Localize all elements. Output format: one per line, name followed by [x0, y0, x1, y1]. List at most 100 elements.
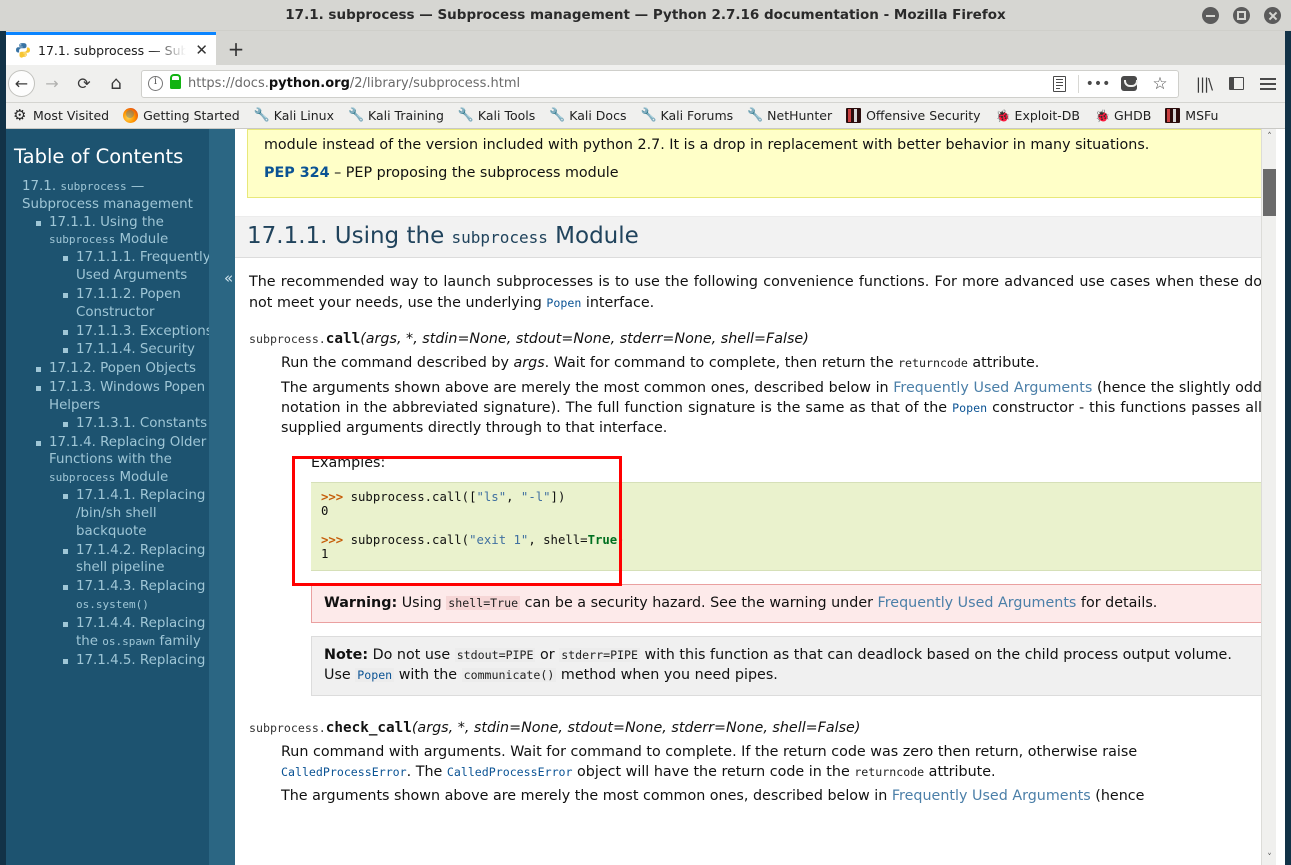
bookmark-getting-started[interactable]: Getting Started [116, 106, 247, 125]
bookmark-label: Most Visited [33, 108, 110, 123]
call-desc-line: Run the command described by args. Wait … [281, 355, 1040, 372]
frequently-used-arguments-link[interactable]: Frequently Used Arguments [878, 595, 1077, 611]
topic-box: module instead of the version included w… [247, 129, 1264, 199]
toc-link[interactable]: 17.1.1.3. Exceptions [76, 324, 209, 339]
home-button[interactable]: ⌂ [101, 69, 131, 99]
bookmark-label: Getting Started [143, 108, 240, 123]
tab-subprocess[interactable]: 17.1. subprocess — Subp ✕ [6, 32, 216, 65]
url-text[interactable]: https://docs.python.org/2/library/subpro… [188, 76, 1040, 91]
tab-close-icon[interactable]: ✕ [193, 42, 210, 58]
bookmark-star-icon[interactable]: ☆ [1148, 72, 1172, 96]
function-call-definition: subprocess.call(args, *, stdin=None, std… [249, 329, 1262, 696]
wrench-icon [254, 108, 270, 123]
sidebar-item-17-1-1[interactable]: 17.1.1. Using the subprocess Module 17.1… [36, 214, 209, 360]
back-button[interactable]: ← [8, 70, 35, 97]
toc-link[interactable]: 17.1.3.1. Constants [76, 416, 207, 431]
popen-code: Popen [546, 295, 582, 310]
book-icon [1165, 108, 1181, 123]
toc-root-item[interactable]: 17.1. subprocess — Subprocess management… [22, 178, 209, 669]
bookmark-offensive-security[interactable]: Offensive Security [839, 106, 987, 125]
sidebar-toggle-icon[interactable] [1221, 69, 1251, 99]
toc-link[interactable]: 17.1.2. Popen Objects [49, 361, 196, 376]
note-admonition: Note: Do not use stdout=PIPE or stderr=P… [311, 635, 1262, 696]
bookmark-nethunter[interactable]: NetHunter [740, 106, 839, 125]
bookmark-msfu[interactable]: MSFu [1158, 106, 1225, 125]
sidebar-item-17-1-4-4[interactable]: 17.1.4.4. Replacing the os.spawn family [63, 615, 209, 651]
stderr-pipe-code: stderr=PIPE [559, 647, 640, 662]
sidebar-item-17-1-3-1[interactable]: 17.1.3.1. Constants [63, 415, 209, 433]
bookmark-kali-docs[interactable]: Kali Docs [542, 106, 633, 125]
bookmark-ghdb[interactable]: GHDB [1087, 106, 1158, 125]
toc-link[interactable]: 17.1.4. Replacing Older Functions with t… [49, 435, 206, 486]
page-viewport: Table of Contents 17.1. subprocess — Sub… [0, 129, 1291, 865]
scroll-up-arrow[interactable]: ˄ [1262, 129, 1276, 144]
examples-label: Examples: [311, 454, 386, 471]
toc-link[interactable]: 17.1.1. Using the subprocess Module [49, 215, 168, 248]
bookmark-kali-forums[interactable]: Kali Forums [633, 106, 740, 125]
new-tab-button[interactable]: + [216, 32, 256, 65]
frequently-used-arguments-link[interactable]: Frequently Used Arguments [893, 380, 1092, 396]
returncode-code: returncode [898, 356, 968, 371]
page-actions-icon[interactable]: ••• [1086, 72, 1111, 96]
bookmark-exploit-db[interactable]: Exploit-DB [988, 106, 1087, 125]
warning-admonition: Warning: Using shell=True can be a secur… [311, 583, 1262, 623]
site-info-icon[interactable] [148, 76, 163, 91]
stdout-pipe-code: stdout=PIPE [454, 647, 536, 662]
maximize-button[interactable] [1233, 7, 1250, 24]
sidebar-item-17-1-1-4[interactable]: 17.1.1.4. Security [63, 341, 209, 359]
frequently-used-arguments-link[interactable]: Frequently Used Arguments [892, 788, 1091, 804]
sidebar-item-17-1-4-1[interactable]: 17.1.4.1. Replacing /bin/sh shell backqu… [63, 487, 209, 540]
bookmark-label: MSFu [1185, 108, 1219, 123]
sidebar-item-17-1-4-2[interactable]: 17.1.4.2. Replacing shell pipeline [63, 542, 209, 578]
bookmark-label: GHDB [1113, 108, 1152, 123]
call-description: Run the command described by args. Wait … [281, 353, 1262, 696]
pocket-icon[interactable] [1117, 72, 1141, 96]
toc-link[interactable]: 17.1.3. Windows Popen Helpers [49, 380, 205, 413]
toc-link[interactable]: 17.1.1.1. Frequently Used Arguments [76, 250, 209, 283]
library-icon[interactable]: |||\ [1189, 69, 1219, 99]
document-content: module instead of the version included w… [235, 129, 1276, 865]
sidebar-item-17-1-4[interactable]: 17.1.4. Replacing Older Functions with t… [36, 434, 209, 670]
call-desc-para2: The arguments shown above are merely the… [281, 379, 1262, 437]
minimize-button[interactable] [1202, 7, 1219, 24]
toc-sublist: 17.1.1.1. Frequently Used Arguments 17.1… [49, 249, 209, 359]
sidebar-item-17-1-3[interactable]: 17.1.3. Windows Popen Helpers 17.1.3.1. … [36, 379, 209, 432]
reload-button[interactable]: ⟳ [69, 69, 99, 99]
toc-link[interactable]: 17.1.1.2. Popen Constructor [76, 287, 181, 320]
toc-link[interactable]: 17.1.1.4. Security [76, 342, 195, 357]
toc-link[interactable]: 17.1.4.1. Replacing /bin/sh shell backqu… [76, 488, 205, 539]
document-body: The recommended way to launch subprocess… [235, 272, 1276, 806]
scroll-down-arrow[interactable]: ˅ [1262, 850, 1276, 865]
bookmark-kali-training[interactable]: Kali Training [341, 106, 451, 125]
reader-view-icon[interactable] [1047, 72, 1071, 96]
topic-pep-line: PEP 324 – PEP proposing the subprocess m… [264, 164, 1247, 184]
bookmark-most-visited[interactable]: Most Visited [6, 106, 116, 125]
toc-link[interactable]: 17.1.4.2. Replacing shell pipeline [76, 543, 205, 576]
sidebar-item-17-1-4-5[interactable]: 17.1.4.5. Replacing [63, 652, 209, 670]
called-process-error-code: CalledProcessError [281, 765, 407, 780]
toc-link[interactable]: 17.1.4.4. Replacing the os.spawn family [76, 616, 205, 649]
pep-324-link[interactable]: PEP 324 [264, 165, 330, 181]
menu-icon[interactable] [1253, 69, 1283, 99]
sidebar-item-17-1-2[interactable]: 17.1.2. Popen Objects [36, 360, 209, 378]
sidebar-item-17-1-1-3[interactable]: 17.1.1.3. Exceptions [63, 323, 209, 341]
scrollbar-thumb[interactable] [1263, 169, 1276, 216]
tab-title: 17.1. subprocess — Subp [38, 42, 187, 58]
bookmark-label: Kali Training [368, 108, 444, 123]
toc-link[interactable]: 17.1.4.3. Replacing os.system() [76, 579, 205, 612]
forward-button[interactable]: → [37, 69, 67, 99]
bookmark-kali-linux[interactable]: Kali Linux [247, 106, 341, 125]
sidebar-item-17-1-1-1[interactable]: 17.1.1.1. Frequently Used Arguments [63, 249, 209, 285]
check-call-desc: Run command with arguments. Wait for com… [281, 743, 1138, 781]
bookmark-kali-tools[interactable]: Kali Tools [451, 106, 542, 125]
close-button[interactable] [1264, 7, 1281, 24]
toc-link-root[interactable]: 17.1. subprocess — Subprocess management [22, 179, 193, 212]
sidebar-collapse-icon[interactable]: « [224, 269, 233, 287]
wrench-icon [458, 108, 474, 123]
page-scrollbar[interactable]: ˄ ˅ [1261, 129, 1276, 865]
sidebar-item-17-1-4-3[interactable]: 17.1.4.3. Replacing os.system() [63, 578, 209, 614]
bookmark-label: Kali Docs [569, 108, 627, 123]
toc-link[interactable]: 17.1.4.5. Replacing [76, 653, 205, 668]
sidebar-item-17-1-1-2[interactable]: 17.1.1.2. Popen Constructor [63, 286, 209, 322]
url-bar[interactable]: https://docs.python.org/2/library/subpro… [141, 69, 1179, 98]
